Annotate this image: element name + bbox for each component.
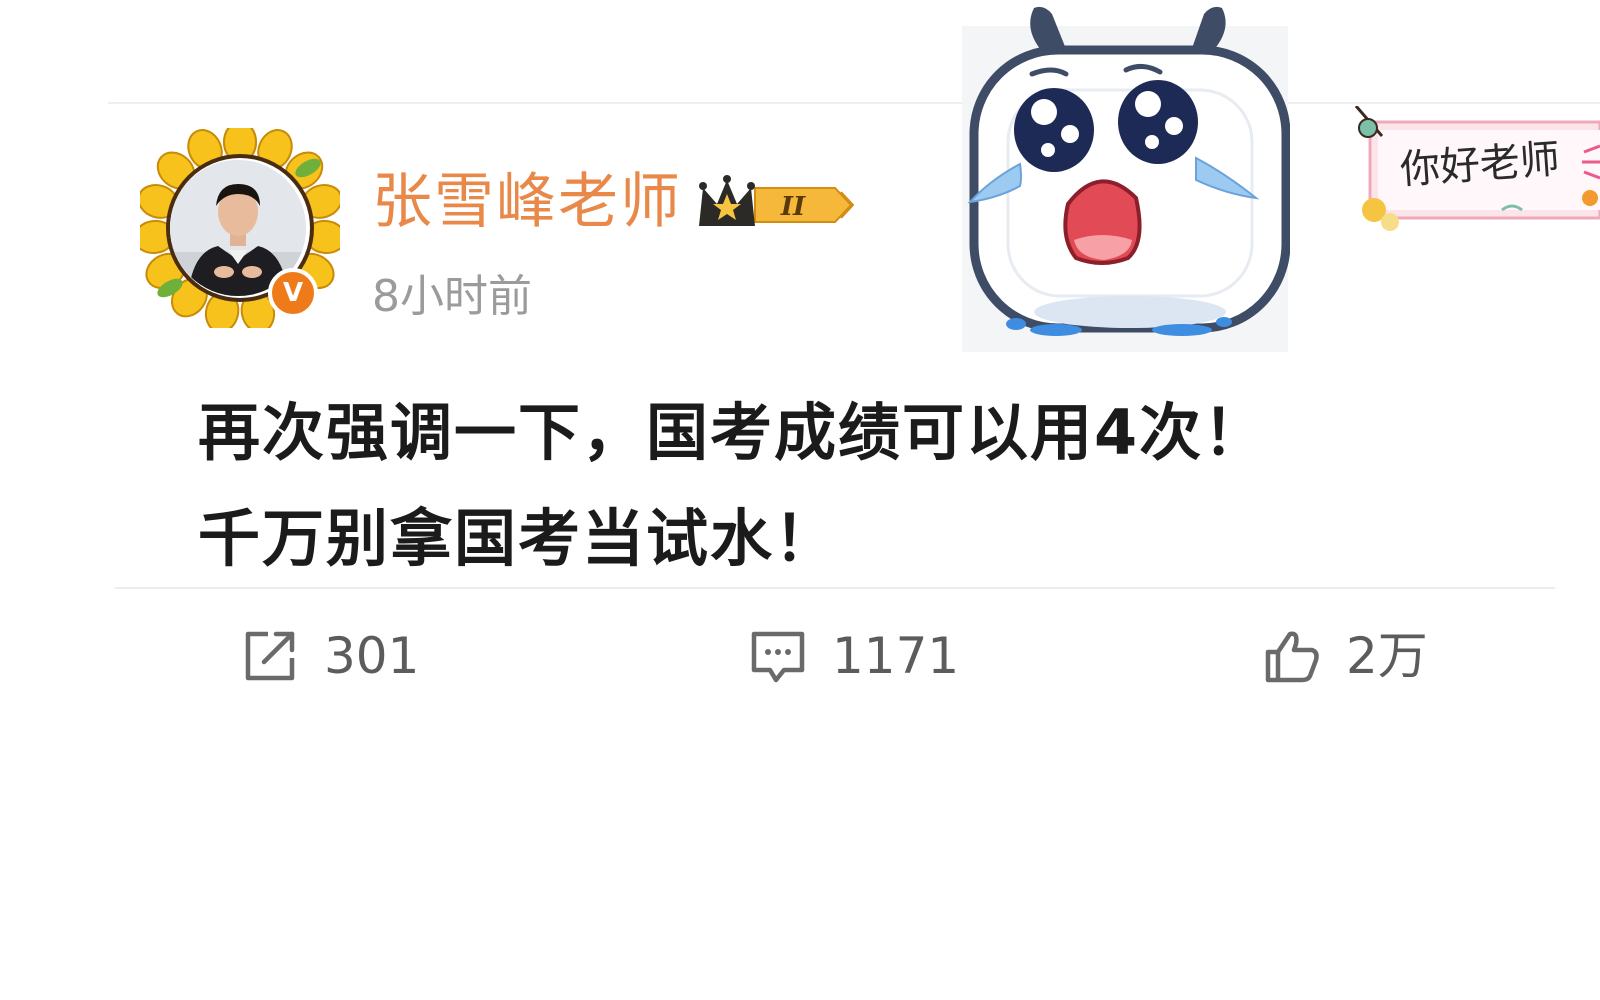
comment-count: 1171 (832, 627, 960, 685)
card-decoration: 你好老师 (1352, 105, 1600, 236)
thumbs-up-icon (1265, 631, 1319, 683)
comment-icon (751, 631, 805, 683)
action-bar-divider (115, 587, 1555, 589)
crying-tv-sticker (962, 6, 1290, 352)
post-text-line: 再次强调一下，国考成绩可以用4次！ (198, 396, 1268, 469)
vip-level-label: II (780, 192, 806, 222)
like-count: 2万 (1346, 627, 1428, 685)
repost-button[interactable]: 301 (240, 624, 419, 688)
top-divider (108, 102, 1600, 104)
repost-icon (245, 631, 295, 681)
post-text-line: 千万别拿国考当试水！ (198, 502, 839, 575)
post-body: 再次强调一下，国考成绩可以用4次！ 千万别拿国考当试水！ (198, 380, 1538, 592)
weibo-post-screen: V 张雪峰老师 II 8小时前 你好老师 再次强调一下，国考成绩可以用4次！ 千… (0, 0, 1600, 1000)
author-name[interactable]: 张雪峰老师 (372, 166, 682, 238)
post-timestamp: 8小时前 (372, 271, 532, 322)
repost-count: 301 (324, 627, 420, 685)
comment-button[interactable]: 1171 (748, 624, 959, 688)
verified-badge: V (268, 268, 318, 318)
author-avatar[interactable]: V (140, 128, 340, 328)
like-button[interactable]: 2万 (1262, 624, 1428, 688)
crown-vip-icon[interactable]: II (695, 174, 855, 236)
